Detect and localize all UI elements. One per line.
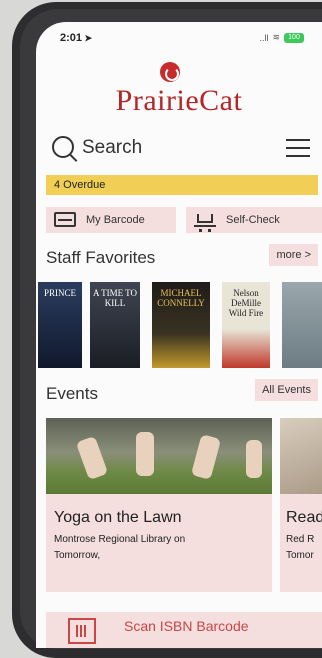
book-cover-text: PRINCE xyxy=(43,288,76,298)
event-location: Montrose Regional Library on xyxy=(54,534,186,545)
events-title: Events xyxy=(46,384,98,403)
status-bar: 2:01 ➤ ..ll ≋ 100 xyxy=(36,30,322,50)
staff-favorites-title: Staff Favorites xyxy=(46,248,156,267)
book-cover-text: Nelson DeMille Wild Fire xyxy=(228,288,264,318)
book-cover-5[interactable] xyxy=(282,282,322,368)
self-check-button[interactable]: Self-Check xyxy=(186,207,322,233)
self-check-label: Self-Check xyxy=(226,214,280,226)
event-photo xyxy=(280,418,322,494)
book-cover-text xyxy=(282,282,322,288)
event-details: Montrose Regional Library on Tomorrow, xyxy=(54,532,264,564)
hamburger-menu-icon[interactable] xyxy=(286,139,310,157)
brand-name: PrairieCat xyxy=(115,84,243,117)
book-cover-3[interactable]: MICHAEL CONNELLY xyxy=(152,282,210,368)
battery-icon: 100 xyxy=(284,32,304,43)
signal-icon: ..ll xyxy=(259,32,269,43)
event-location: Red R xyxy=(286,534,315,545)
wifi-icon: ≋ xyxy=(272,32,280,42)
event-title: Read xyxy=(286,509,322,526)
search-button[interactable]: Search xyxy=(82,137,142,159)
event-time: Tomorrow, xyxy=(54,550,101,561)
book-cover-text: MICHAEL CONNELLY xyxy=(157,288,205,308)
barcode-card-icon xyxy=(54,212,76,227)
event-card[interactable]: Read Red R Tomor xyxy=(280,418,322,592)
book-cover-2[interactable]: A TIME TO KILL xyxy=(90,282,140,368)
event-time: Tomor xyxy=(286,550,314,561)
cart-icon xyxy=(194,212,216,232)
book-cover-1[interactable]: PRINCE xyxy=(38,282,82,368)
status-icons: ..ll ≋ 100 xyxy=(259,32,304,43)
scan-isbn-button[interactable]: Scan ISBN Barcode xyxy=(46,612,322,648)
event-photo xyxy=(46,418,272,494)
overdue-alert[interactable]: 4 Overdue xyxy=(46,175,318,195)
app-screen: 2:01 ➤ ..ll ≋ 100 PrairieCat Search 4 Ov… xyxy=(36,22,322,648)
my-barcode-label: My Barcode xyxy=(86,214,145,226)
prairiecat-logo-icon xyxy=(160,62,180,82)
book-cover-text: A TIME TO KILL xyxy=(92,288,137,308)
event-card[interactable]: Yoga on the Lawn Montrose Regional Libra… xyxy=(46,418,272,592)
search-row: Search xyxy=(50,134,312,164)
book-cover-4[interactable]: Nelson DeMille Wild Fire xyxy=(222,282,270,368)
location-arrow-icon: ➤ xyxy=(82,33,93,43)
my-barcode-button[interactable]: My Barcode xyxy=(46,207,176,233)
event-details: Red R Tomor xyxy=(286,532,314,564)
more-button[interactable]: more > xyxy=(269,244,318,266)
event-title: Yoga on the Lawn xyxy=(54,509,182,526)
status-time: 2:01 ➤ xyxy=(60,32,93,44)
barcode-scan-icon xyxy=(68,618,96,644)
search-icon[interactable] xyxy=(52,136,74,158)
all-events-button[interactable]: All Events xyxy=(255,379,318,401)
scan-isbn-label: Scan ISBN Barcode xyxy=(124,618,249,634)
